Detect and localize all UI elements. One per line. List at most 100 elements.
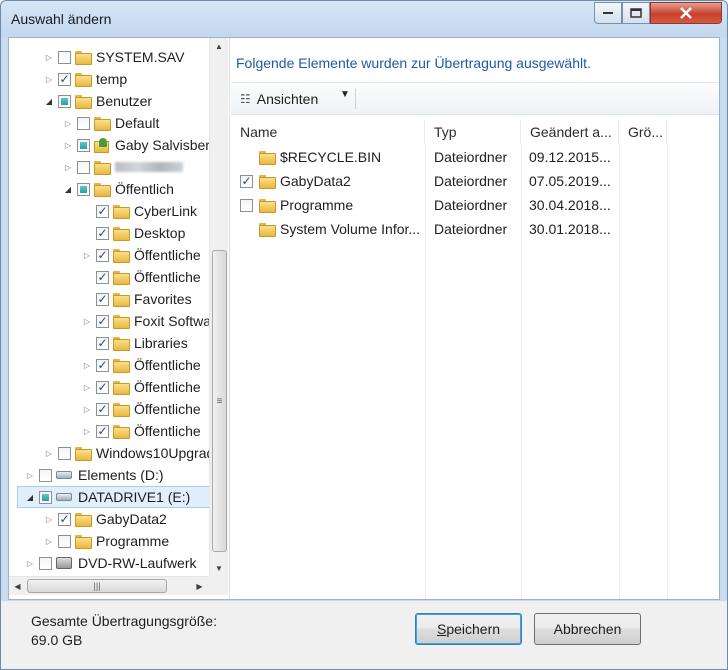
expand-arrow-icon[interactable]: ▷: [81, 315, 93, 327]
scroll-right-arrow-icon[interactable]: ▶: [191, 577, 208, 595]
tree-item[interactable]: ▷ Gaby Salvisberg: [9, 134, 209, 156]
expand-arrow-icon[interactable]: ▷: [81, 425, 93, 437]
tree-item[interactable]: ▷ SYSTEM.SAV: [9, 46, 209, 68]
expand-arrow-icon[interactable]: ▷: [62, 139, 74, 151]
expand-arrow-icon[interactable]: ▷: [62, 161, 74, 173]
tree-item-label: Elements (D:): [78, 467, 164, 483]
tree-vertical-scrollbar[interactable]: ▲ ≡ ▼: [209, 38, 228, 578]
column-header-modified[interactable]: Geändert a...: [521, 120, 619, 144]
tree-item-checkbox[interactable]: [96, 204, 109, 218]
tree-item-checkbox[interactable]: [77, 160, 90, 174]
folder-tree[interactable]: ▷ SYSTEM.SAV ▷ temp ◢ Benutzer ▷ Default ▷ Gaby S…: [9, 38, 230, 599]
collapse-arrow-icon[interactable]: ◢: [43, 95, 55, 107]
column-header-size[interactable]: Grö...: [619, 120, 667, 144]
expand-arrow-icon[interactable]: ▷: [43, 73, 55, 85]
horizontal-scroll-thumb[interactable]: |||: [27, 579, 167, 593]
folder-icon: [94, 117, 111, 131]
tree-item-checkbox[interactable]: [39, 490, 52, 504]
tree-item-checkbox[interactable]: [58, 94, 71, 108]
tree-item-checkbox[interactable]: [96, 248, 109, 262]
folder-icon: [94, 161, 111, 175]
file-row-checkbox[interactable]: [240, 198, 253, 212]
tree-item[interactable]: ◢ Benutzer: [9, 90, 209, 112]
tree-item-checkbox[interactable]: [96, 314, 109, 328]
tree-item-checkbox[interactable]: [39, 468, 52, 482]
maximize-button[interactable]: [622, 2, 650, 24]
tree-item-checkbox[interactable]: [58, 72, 71, 86]
tree-item-checkbox[interactable]: [58, 446, 71, 460]
file-row[interactable]: $RECYCLE.BIN Dateiordner 09.12.2015...: [231, 145, 667, 169]
tree-item-checkbox[interactable]: [96, 292, 109, 306]
column-header-type[interactable]: Typ: [425, 120, 521, 144]
tree-horizontal-scrollbar[interactable]: ◀ ||| ▶: [9, 576, 209, 595]
tree-item-checkbox[interactable]: [58, 534, 71, 548]
expand-arrow-icon[interactable]: ▷: [24, 469, 36, 481]
expand-arrow-icon[interactable]: ▷: [81, 403, 93, 415]
tree-item[interactable]: Libraries: [9, 332, 209, 354]
expand-arrow-icon[interactable]: ▷: [43, 51, 55, 63]
views-button[interactable]: ☷ Ansichten ▼: [235, 87, 355, 111]
folder-icon: [113, 425, 130, 439]
tree-item[interactable]: ▷ Foxit Software: [9, 310, 209, 332]
tree-item-checkbox[interactable]: [77, 182, 90, 196]
scroll-up-arrow-icon[interactable]: ▲: [210, 38, 228, 55]
tree-item[interactable]: Öffentliche: [9, 266, 209, 288]
file-row[interactable]: System Volume Infor... Dateiordner 30.01.2…: [231, 217, 667, 241]
collapse-arrow-icon[interactable]: ◢: [24, 491, 36, 503]
tree-item-checkbox[interactable]: [96, 358, 109, 372]
tree-item[interactable]: ▷: [9, 156, 209, 178]
expand-arrow-icon[interactable]: ▷: [81, 249, 93, 261]
tree-item-checkbox[interactable]: [58, 50, 71, 64]
tree-item-checkbox[interactable]: [77, 138, 90, 152]
column-header-name[interactable]: Name: [231, 120, 425, 144]
vertical-scroll-thumb[interactable]: ≡: [212, 250, 227, 552]
save-button[interactable]: Speichern: [415, 613, 522, 645]
minimize-button[interactable]: [594, 2, 622, 24]
tree-item-checkbox[interactable]: [39, 556, 52, 570]
dropdown-arrow-icon[interactable]: ▼: [340, 89, 350, 100]
expand-arrow-icon[interactable]: ▷: [62, 117, 74, 129]
tree-item-checkbox[interactable]: [96, 424, 109, 438]
tree-item[interactable]: ▷ Öffentliche: [9, 354, 209, 376]
expand-arrow-icon[interactable]: ▷: [43, 513, 55, 525]
tree-item[interactable]: ▷ Öffentliche: [9, 398, 209, 420]
scroll-left-arrow-icon[interactable]: ◀: [9, 577, 26, 595]
expand-arrow-icon[interactable]: ▷: [43, 535, 55, 547]
tree-item[interactable]: ▷ Öffentliche: [9, 420, 209, 442]
file-row-checkbox[interactable]: [240, 174, 253, 188]
tree-item-checkbox[interactable]: [96, 402, 109, 416]
tree-item-checkbox[interactable]: [96, 336, 109, 350]
tree-item[interactable]: ◢ Öffentlich: [9, 178, 209, 200]
tree-item-checkbox[interactable]: [96, 270, 109, 284]
tree-item[interactable]: ▷ Programme: [9, 530, 209, 552]
tree-item-checkbox[interactable]: [96, 380, 109, 394]
close-button[interactable]: [650, 2, 722, 24]
title-bar[interactable]: Auswahl ändern: [1, 1, 727, 37]
tree-item-checkbox[interactable]: [96, 226, 109, 240]
tree-item[interactable]: ▷ Windows10Upgrade: [9, 442, 209, 464]
file-modified-date: 07.05.2019...: [529, 173, 611, 189]
scroll-down-arrow-icon[interactable]: ▼: [210, 560, 228, 577]
tree-item[interactable]: ▷ temp: [9, 68, 209, 90]
tree-item-checkbox[interactable]: [58, 512, 71, 526]
tree-item[interactable]: ▷ Default: [9, 112, 209, 134]
tree-item[interactable]: ▷ Elements (D:): [9, 464, 209, 486]
cancel-button[interactable]: Abbrechen: [534, 613, 641, 645]
file-row[interactable]: Programme Dateiordner 30.04.2018...: [231, 193, 667, 217]
tree-item[interactable]: ▷ DVD-RW-Laufwerk: [9, 552, 209, 574]
expand-arrow-icon[interactable]: ▷: [81, 359, 93, 371]
expand-arrow-icon[interactable]: ▷: [43, 447, 55, 459]
collapse-arrow-icon[interactable]: ◢: [62, 183, 74, 195]
tree-item[interactable]: CyberLink: [9, 200, 209, 222]
tree-item[interactable]: Favorites: [9, 288, 209, 310]
expand-arrow-icon[interactable]: ▷: [81, 381, 93, 393]
tree-item[interactable]: ▷ Öffentliche: [9, 244, 209, 266]
file-row[interactable]: GabyData2 Dateiordner 07.05.2019...: [231, 169, 667, 193]
tree-item[interactable]: ◢ DATADRIVE1 (E:): [17, 486, 213, 508]
tree-item-checkbox[interactable]: [77, 116, 90, 130]
tree-item[interactable]: Desktop: [9, 222, 209, 244]
expand-arrow-icon[interactable]: ▷: [24, 557, 36, 569]
tree-item[interactable]: ▷ GabyData2: [9, 508, 209, 530]
dialog-content: ▷ SYSTEM.SAV ▷ temp ◢ Benutzer ▷ Default ▷ Gaby S…: [8, 37, 720, 600]
tree-item[interactable]: ▷ Öffentliche: [9, 376, 209, 398]
